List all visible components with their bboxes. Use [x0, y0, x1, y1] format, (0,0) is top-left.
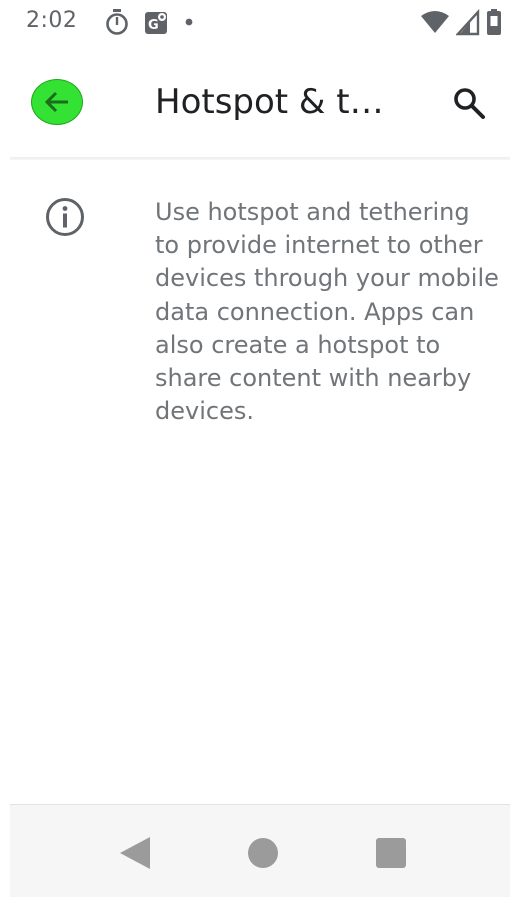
search-icon — [454, 88, 485, 119]
dot-icon — [185, 18, 193, 26]
svg-text:G: G — [148, 18, 159, 33]
status-right-icons — [420, 8, 502, 36]
app-bar: Hotspot & t… — [0, 48, 510, 158]
wifi-icon — [421, 11, 449, 33]
status-time: 2:02 — [26, 8, 78, 33]
timer-icon — [106, 9, 128, 35]
page-title: Hotspot & t… — [155, 82, 384, 122]
maps-notification-icon: G — [145, 12, 167, 34]
battery-icon — [487, 9, 501, 35]
info-icon — [46, 198, 84, 236]
back-button[interactable] — [31, 79, 83, 125]
home-circle-icon[interactable] — [248, 838, 278, 868]
status-left-icons: G — [104, 8, 194, 36]
search-button[interactable] — [448, 82, 490, 124]
app-bar-divider — [10, 157, 510, 160]
nav-bar — [10, 804, 510, 897]
recents-square-icon[interactable] — [376, 838, 406, 868]
back-triangle-icon[interactable] — [118, 835, 152, 871]
info-text: Use hotspot and tethering to provide int… — [155, 198, 499, 426]
status-bar: 2:02 G — [0, 0, 510, 48]
signal-icon — [456, 8, 480, 36]
arrow-left-icon — [44, 91, 68, 113]
